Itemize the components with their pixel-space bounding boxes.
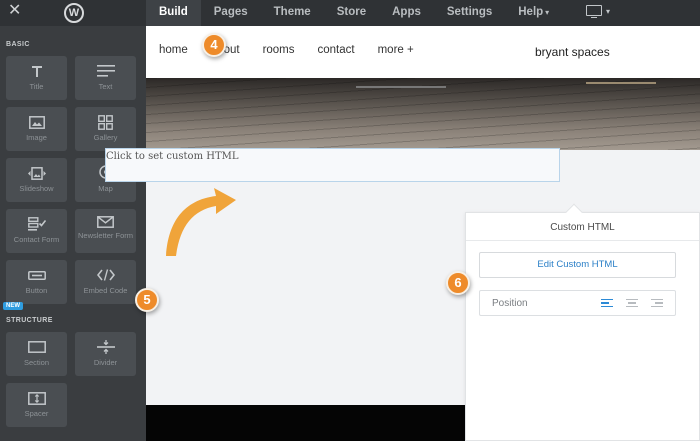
button-icon: [6, 266, 67, 284]
element-newsletter-form-label: Newsletter Form: [77, 231, 133, 240]
element-contact-form[interactable]: Contact Form: [6, 209, 67, 253]
element-section[interactable]: Section: [6, 332, 67, 376]
site-nav: home about rooms contact more +: [159, 44, 437, 56]
position-control: Position: [479, 290, 676, 316]
element-title-label: Title: [29, 82, 44, 91]
tab-store[interactable]: Store: [324, 0, 379, 26]
contact-form-icon: [6, 215, 67, 233]
tab-pages[interactable]: Pages: [201, 0, 261, 26]
new-badge: NEW: [3, 302, 23, 310]
hero-chair-detail: [356, 86, 446, 88]
tab-apps[interactable]: Apps: [379, 0, 434, 26]
element-section-label: Section: [23, 358, 50, 367]
element-text[interactable]: Text: [75, 56, 136, 100]
tab-help[interactable]: Help ▾: [505, 0, 562, 26]
element-newsletter-form[interactable]: Newsletter Form: [75, 209, 136, 253]
align-left-icon[interactable]: [601, 299, 613, 308]
tab-help-label: Help: [518, 6, 544, 18]
custom-html-element[interactable]: Click to set custom HTML: [105, 148, 560, 182]
custom-html-placeholder: Click to set custom HTML: [106, 151, 239, 162]
popover-title: Custom HTML: [550, 222, 615, 233]
element-divider[interactable]: Divider: [75, 332, 136, 376]
align-right-icon[interactable]: [651, 299, 663, 308]
top-toolbar: ✕ W Build Pages Theme Store Apps Setting…: [0, 0, 700, 26]
element-button[interactable]: Button: [6, 260, 67, 304]
element-embed-code-label: Embed Code: [83, 286, 128, 295]
edit-custom-html-button[interactable]: Edit Custom HTML: [479, 252, 676, 278]
hero-chair-detail: [586, 82, 656, 84]
position-label: Position: [492, 298, 528, 309]
tab-build[interactable]: Build: [146, 0, 201, 26]
element-text-label: Text: [98, 82, 113, 91]
image-icon: [6, 113, 67, 131]
site-nav-contact[interactable]: contact: [318, 44, 355, 56]
element-embed-code[interactable]: Embed Code: [75, 260, 136, 304]
element-slideshow[interactable]: Slideshow: [6, 158, 67, 202]
element-map-label: Map: [98, 184, 113, 193]
code-brackets-icon: [75, 266, 136, 284]
element-divider-label: Divider: [93, 358, 118, 367]
element-sidebar: BASIC Title Text Image Gallery Slideshow…: [0, 26, 146, 441]
site-nav-rooms[interactable]: rooms: [263, 44, 295, 56]
monitor-icon[interactable]: [586, 5, 602, 18]
site-nav-home[interactable]: home: [159, 44, 188, 56]
element-slideshow-label: Slideshow: [19, 184, 54, 193]
site-brand[interactable]: bryant spaces: [535, 45, 610, 59]
text-icon: [75, 62, 136, 80]
align-center-icon[interactable]: [626, 299, 638, 308]
element-image-label: Image: [26, 133, 47, 142]
envelope-icon: [75, 213, 136, 231]
section-label-structure: STRUCTURE: [6, 317, 53, 324]
title-icon: [6, 62, 67, 80]
spacer-icon: [6, 389, 67, 407]
site-header: home about rooms contact more + bryant s…: [146, 26, 700, 78]
main-nav: Build Pages Theme Store Apps Settings He…: [146, 0, 562, 26]
chevron-down-icon: ▾: [545, 8, 550, 17]
gallery-icon: [75, 113, 136, 131]
step-marker-6: 6: [446, 271, 470, 295]
element-contact-form-label: Contact Form: [13, 235, 60, 244]
step-marker-4: 4: [202, 33, 226, 57]
section-icon: [6, 338, 67, 356]
element-image[interactable]: Image: [6, 107, 67, 151]
tutorial-arrow-icon: [166, 188, 236, 256]
element-spacer-label: Spacer: [24, 409, 49, 418]
custom-html-popover: Custom HTML Edit Custom HTML Position: [465, 212, 700, 441]
element-gallery-label: Gallery: [93, 133, 118, 142]
weebly-logo: W: [64, 3, 84, 23]
element-title[interactable]: Title: [6, 56, 67, 100]
element-button-label: Button: [25, 286, 48, 295]
step-marker-5: 5: [135, 288, 159, 312]
close-editor-icon[interactable]: ✕: [8, 3, 22, 19]
element-gallery[interactable]: Gallery: [75, 107, 136, 151]
tab-theme[interactable]: Theme: [261, 0, 324, 26]
device-chevron-down-icon[interactable]: ▾: [606, 7, 610, 16]
divider-icon: [75, 338, 136, 356]
popover-divider: [466, 240, 699, 241]
element-spacer[interactable]: Spacer: [6, 383, 67, 427]
site-nav-more[interactable]: more +: [378, 44, 414, 56]
tab-settings[interactable]: Settings: [434, 0, 505, 26]
section-label-basic: BASIC: [6, 41, 30, 48]
slideshow-icon: [6, 164, 67, 182]
hero-image: [146, 78, 700, 150]
